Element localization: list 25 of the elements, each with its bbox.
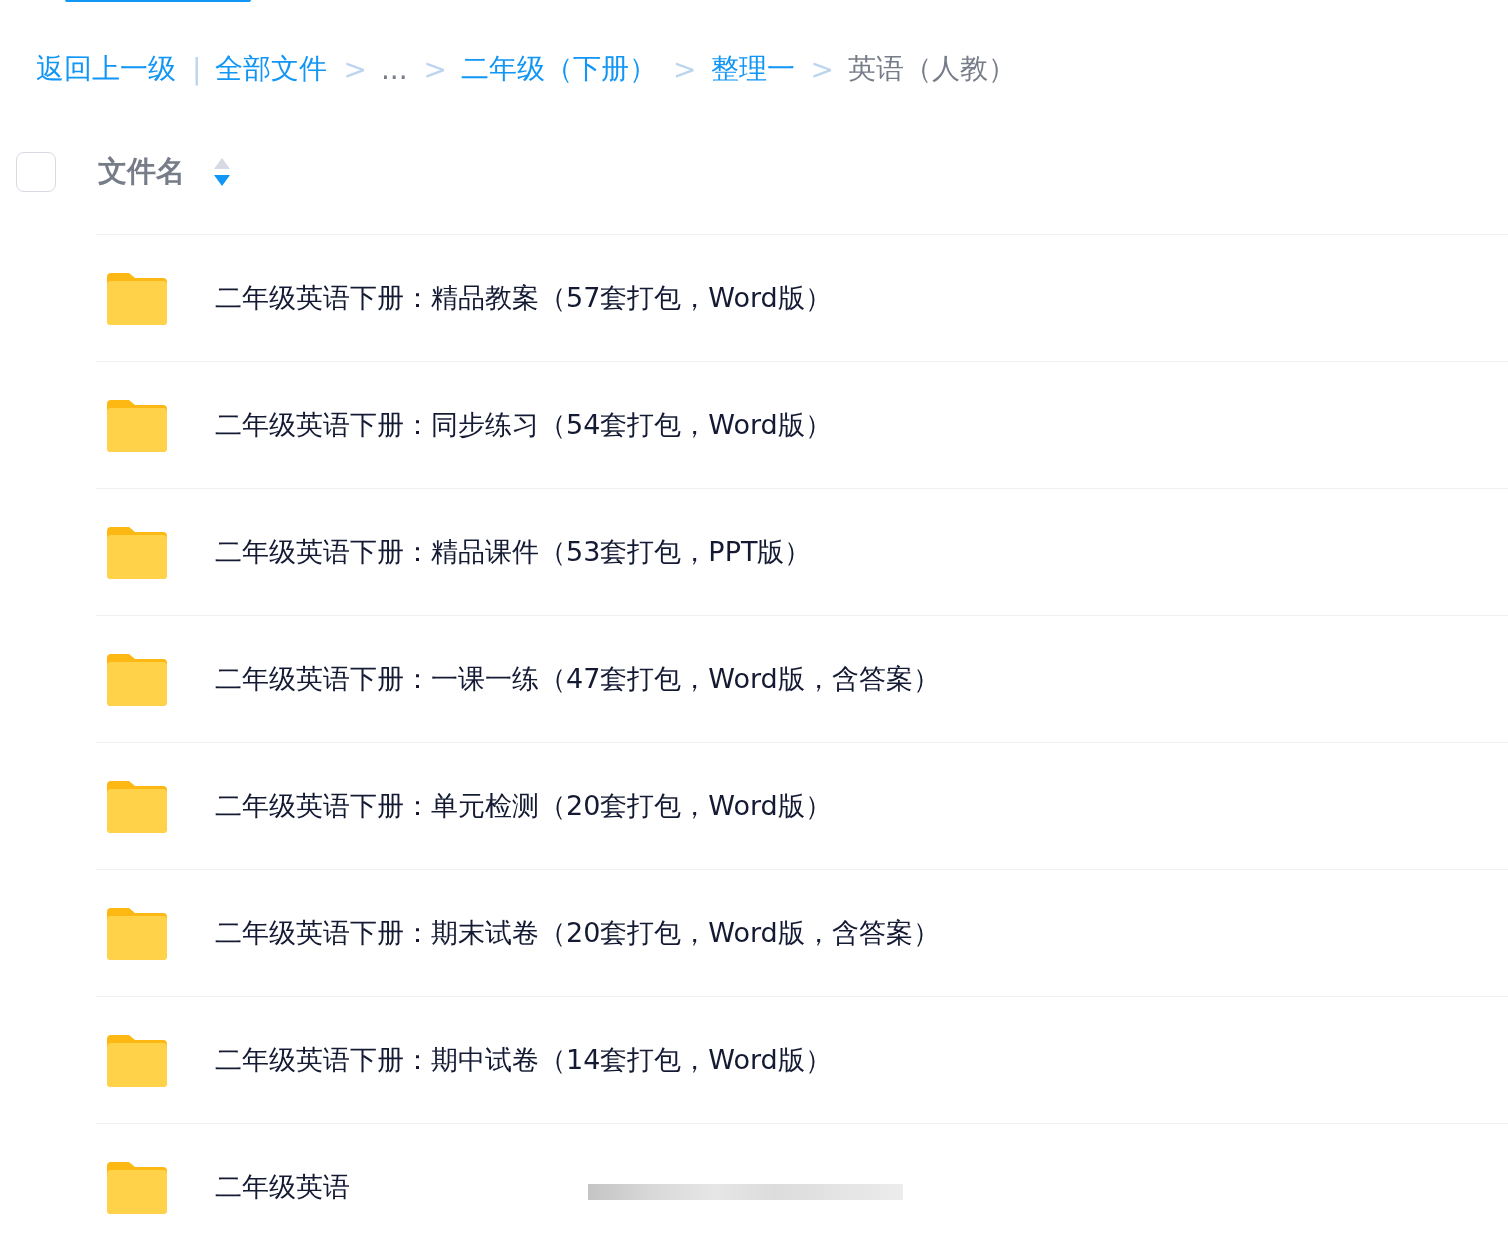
current-folder: 英语（人教） xyxy=(848,51,1016,87)
folder-icon xyxy=(107,271,167,325)
folder-icon xyxy=(107,779,167,833)
column-header[interactable]: 文件名 xyxy=(98,152,185,192)
folder-icon xyxy=(107,906,167,960)
file-name[interactable]: 二年级英语下册：同步练习（54套打包，Word版） xyxy=(215,407,832,443)
breadcrumb-separator: | xyxy=(192,52,202,86)
folder-icon xyxy=(107,525,167,579)
breadcrumb-separator: > xyxy=(343,52,367,86)
file-name[interactable]: 二年级英语下册：期末试卷（20套打包，Word版，含答案） xyxy=(215,915,940,951)
select-all-checkbox[interactable] xyxy=(16,152,56,192)
folder-icon xyxy=(107,398,167,452)
folder-icon xyxy=(107,1033,167,1087)
file-name[interactable]: 二年级英语下册：期中试卷（14套打包，Word版） xyxy=(215,1042,832,1078)
breadcrumb-separator: > xyxy=(423,52,448,86)
breadcrumb-separator: > xyxy=(673,52,697,86)
folder-icon xyxy=(107,652,167,706)
file-name[interactable]: 二年级英语下册：一课一练（47套打包，Word版，含答案） xyxy=(215,661,940,697)
file-name[interactable]: 二年级英语下册：精品教案（57套打包，Word版） xyxy=(215,280,832,316)
file-name[interactable]: 二年级英语下册：单元检测（20套打包，Word版） xyxy=(215,788,832,824)
file-name[interactable]: 二年级英语 xyxy=(215,1169,350,1205)
breadcrumb-separator: > xyxy=(810,52,834,86)
file-name[interactable]: 二年级英语下册：精品课件（53套打包，PPT版） xyxy=(215,534,812,570)
sort-icon[interactable] xyxy=(213,157,231,187)
folder-icon xyxy=(107,1160,167,1214)
